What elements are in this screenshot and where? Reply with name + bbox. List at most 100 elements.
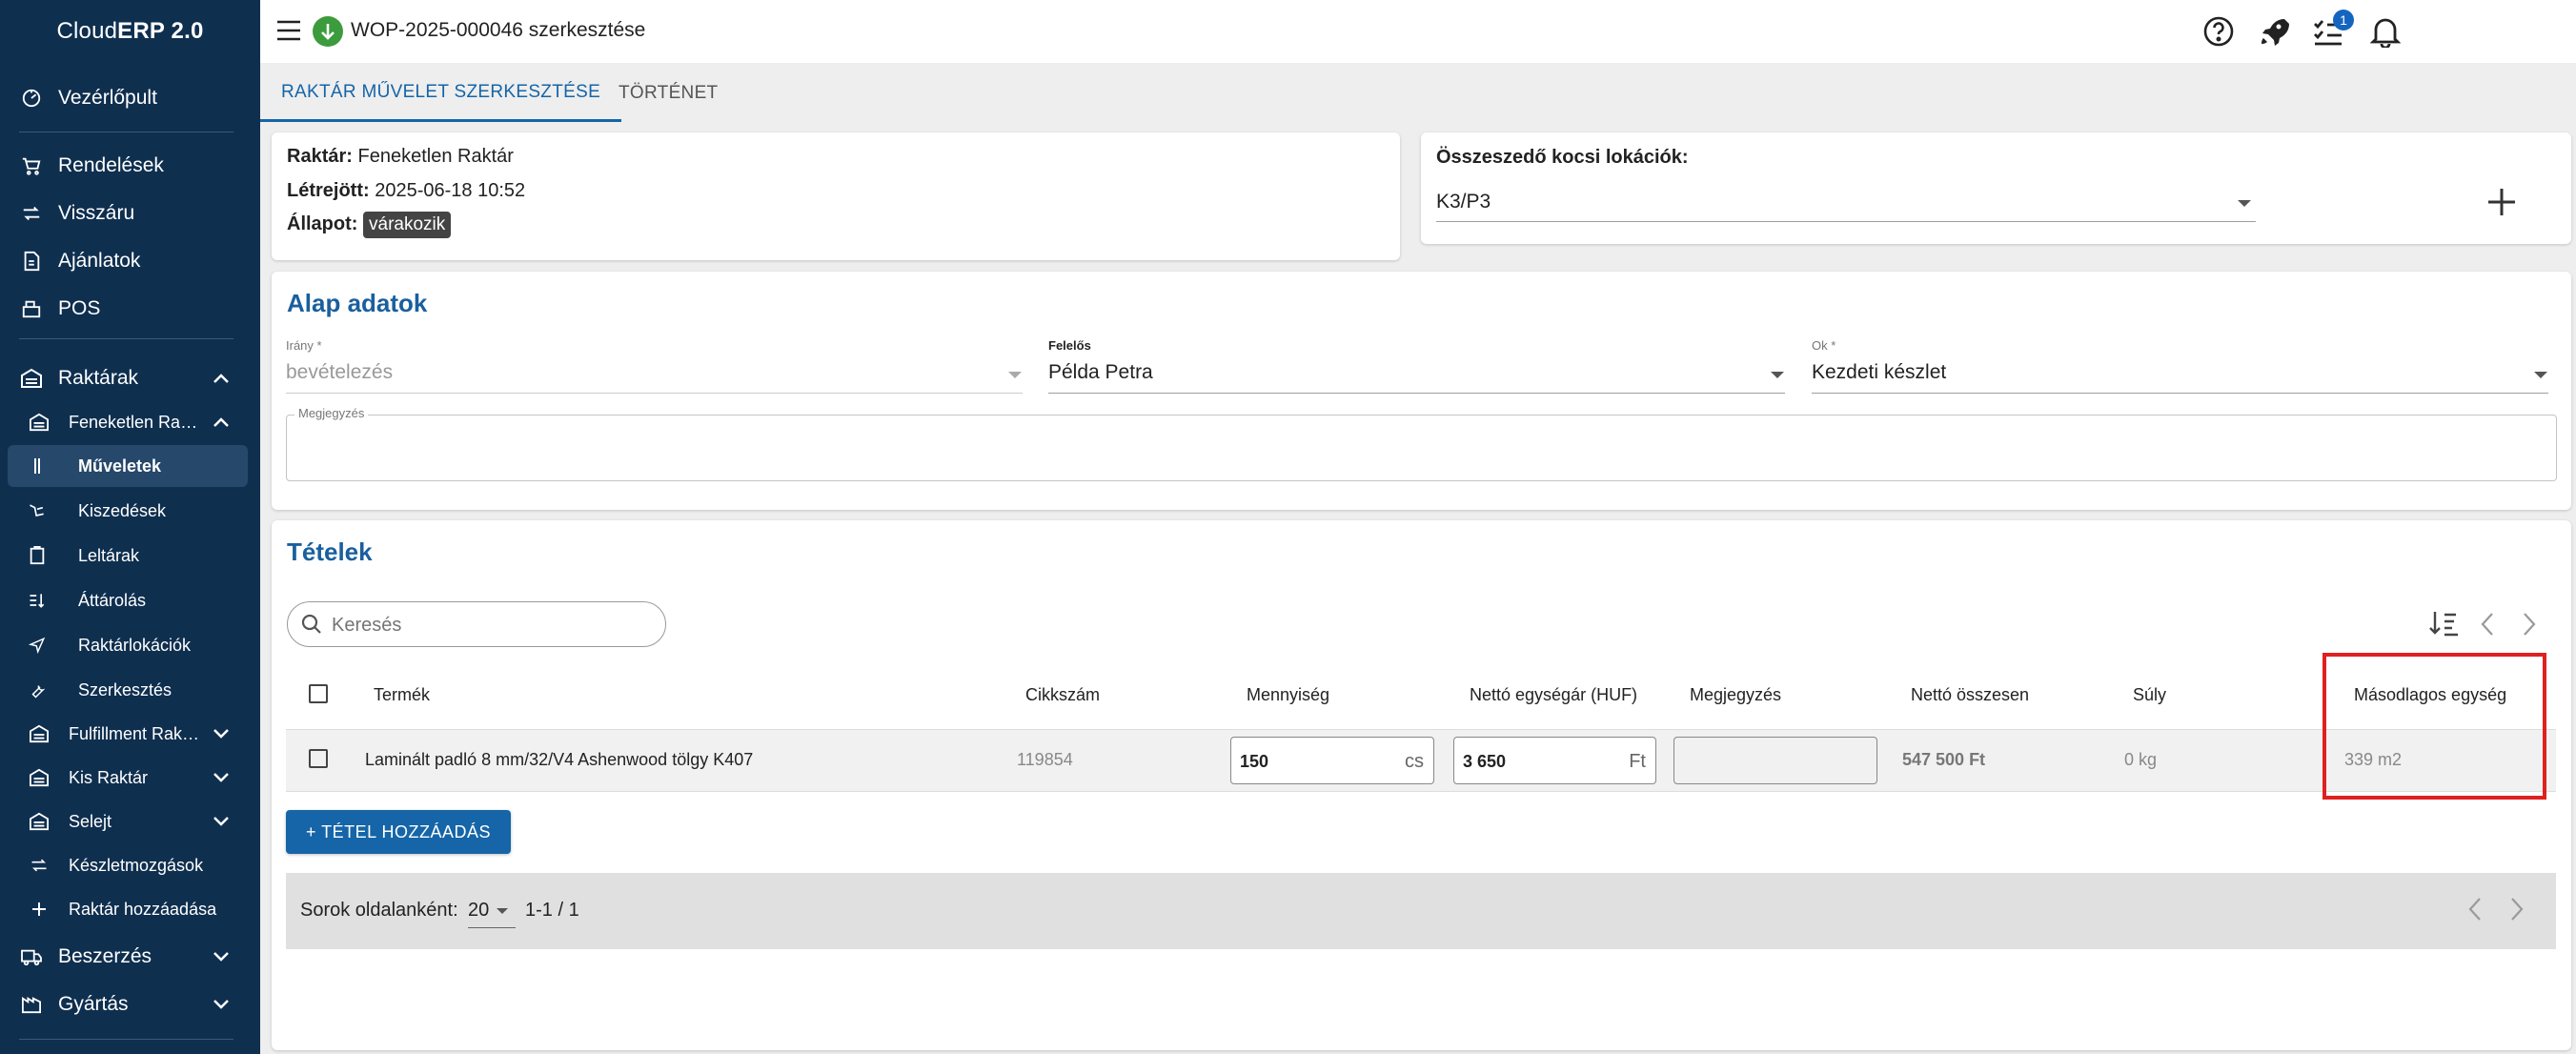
reason-dropdown-icon[interactable]: [2534, 372, 2547, 378]
row-weight: 0 kg: [2124, 750, 2158, 769]
add-item-button[interactable]: + TÉTEL HOZZÁADÁS: [286, 810, 511, 854]
sidebar-item-locations[interactable]: Raktárlokációk: [0, 624, 260, 666]
chevron-up-icon: [211, 412, 232, 433]
help-icon[interactable]: [2201, 13, 2237, 50]
sidebar-item-orders[interactable]: Rendelések: [0, 145, 260, 187]
sidebar-item-procurement[interactable]: Beszerzés: [0, 936, 260, 978]
brand-bold: ERP 2.0: [117, 18, 204, 44]
pick-icon: [27, 500, 48, 521]
sidebar: Cloud ERP 2.0 Vezérlőpult Rendelések Viss…: [0, 0, 260, 1054]
task-list-icon[interactable]: 1: [2310, 10, 2354, 50]
column-header-quantity[interactable]: Mennyiség: [1247, 685, 1329, 705]
sidebar-item-warehouses[interactable]: Raktárak: [0, 357, 260, 399]
menu-icon[interactable]: [275, 19, 302, 42]
note-textarea[interactable]: [286, 415, 2557, 481]
sidebar-item-relocation[interactable]: Áttárolás: [0, 579, 260, 621]
column-header-sku[interactable]: Cikkszám: [1025, 685, 1100, 705]
swap-icon: [29, 855, 50, 876]
rows-per-page-value[interactable]: 20: [468, 900, 489, 922]
cart-location-select[interactable]: K3/P3: [1436, 191, 1491, 213]
factory-icon: [19, 992, 44, 1017]
sidebar-item-stock-movements[interactable]: Készletmozgások: [0, 844, 260, 886]
column-header-net-total[interactable]: Nettó összesen: [1911, 685, 2029, 705]
sidebar-item-add-warehouse[interactable]: Raktár hozzáadása: [0, 888, 260, 930]
cart-icon: [19, 153, 44, 178]
chevron-left-icon[interactable]: [2479, 611, 2496, 642]
rows-per-page-dropdown-icon[interactable]: [497, 908, 508, 914]
search-box[interactable]: [287, 601, 666, 647]
add-cart-location-icon[interactable]: [2485, 186, 2518, 218]
page-title: WOP-2025-000046 szerkesztése: [351, 19, 646, 41]
warehouse-icon: [29, 767, 50, 788]
sidebar-item-label: Raktárlokációk: [78, 635, 192, 655]
responsible-dropdown-icon[interactable]: [1771, 372, 1784, 378]
unit-price-input[interactable]: 3 650 Ft: [1453, 737, 1656, 784]
sidebar-item-label: Szerkesztés: [78, 679, 172, 699]
quantity-value: 150: [1240, 752, 1269, 771]
sidebar-divider: [19, 338, 233, 339]
wrench-icon: [27, 679, 48, 700]
chevron-down-icon: [211, 994, 232, 1015]
sidebar-item-returns[interactable]: Visszáru: [0, 193, 260, 234]
chevron-up-icon: [211, 368, 232, 389]
sidebar-item-edit[interactable]: Szerkesztés: [0, 669, 260, 711]
tab-warehouse-operation-edit[interactable]: RAKTÁR MŰVELET SZERKESZTÉSE: [260, 65, 622, 122]
clipboard-icon: [27, 545, 48, 566]
chevron-right-icon[interactable]: [2521, 611, 2538, 642]
quantity-input[interactable]: 150 cs: [1230, 737, 1434, 784]
row-checkbox[interactable]: [309, 749, 328, 768]
cart-locations-card: Összeszedő kocsi lokációk: K3/P3: [1421, 132, 2571, 244]
basic-data-title: Alap adatok: [287, 289, 428, 317]
sidebar-item-label: POS: [58, 297, 101, 319]
sidebar-item-inventories[interactable]: Leltárak: [0, 535, 260, 577]
unit-price-value: 3 650: [1463, 752, 1507, 771]
sidebar-divider: [19, 1039, 233, 1040]
sidebar-item-operations[interactable]: Műveletek: [8, 445, 248, 487]
sidebar-item-picks[interactable]: Kiszedések: [0, 490, 260, 532]
cart-location-underline: [1436, 221, 2256, 222]
search-icon: [301, 614, 322, 639]
document-icon: [19, 249, 44, 274]
sidebar-item-feneketlen-raktar[interactable]: Feneketlen Ra…: [0, 401, 260, 443]
basic-data-card: Alap adatok Irány * bevételezés Felelős …: [272, 272, 2571, 510]
sidebar-item-selejt[interactable]: Selejt: [0, 801, 260, 842]
truck-icon: [19, 944, 44, 969]
row-product: Laminált padló 8 mm/32/V4 Ashenwood tölg…: [365, 750, 754, 769]
sidebar-item-pos[interactable]: POS: [0, 288, 260, 330]
warehouse-icon: [19, 366, 44, 391]
rocket-icon[interactable]: [2256, 13, 2292, 50]
sidebar-item-label: Raktár hozzáadása: [69, 899, 217, 919]
tab-bar: RAKTÁR MŰVELET SZERKESZTÉSE TÖRTÉNET: [260, 65, 2576, 122]
status-label: Állapot:: [287, 213, 358, 234]
chevron-down-icon: [211, 767, 232, 788]
prev-page-icon[interactable]: [2466, 896, 2484, 927]
column-header-note[interactable]: Megjegyzés: [1690, 685, 1781, 705]
sidebar-item-kis-raktar[interactable]: Kis Raktár: [0, 757, 260, 799]
column-header-product[interactable]: Termék: [374, 685, 430, 705]
warehouse-icon: [29, 811, 50, 832]
row-note-input[interactable]: [1673, 737, 1877, 784]
search-input[interactable]: [330, 612, 648, 638]
column-header-unit-price[interactable]: Nettó egységár (HUF): [1470, 685, 1637, 705]
direction-dropdown-icon: [1008, 372, 1022, 378]
items-card: Tételek Termék Cikkszám Mennyiség Nettó …: [272, 520, 2571, 1050]
sidebar-item-production[interactable]: Gyártás: [0, 983, 260, 1025]
next-page-icon[interactable]: [2508, 896, 2525, 927]
tab-history[interactable]: TÖRTÉNET: [598, 65, 739, 122]
dashboard-icon: [19, 86, 44, 111]
top-bar: WOP-2025-000046 szerkesztése 1: [260, 0, 2576, 63]
register-icon: [19, 296, 44, 321]
responsible-select[interactable]: Példa Petra: [1048, 361, 1153, 384]
bell-icon[interactable]: [2367, 13, 2404, 50]
reason-select[interactable]: Kezdeti készlet: [1812, 361, 1946, 384]
sidebar-item-label: Feneketlen Ra…: [69, 412, 198, 432]
sidebar-item-fulfillment[interactable]: Fulfillment Rak…: [0, 713, 260, 755]
cart-location-dropdown-icon[interactable]: [2238, 200, 2251, 207]
sidebar-item-dashboard[interactable]: Vezérlőpult: [0, 77, 260, 119]
sort-icon[interactable]: [2427, 609, 2460, 642]
sidebar-item-label: Beszerzés: [58, 945, 152, 967]
sidebar-item-label: Selejt: [69, 811, 112, 831]
column-header-weight[interactable]: Súly: [2133, 685, 2166, 705]
sidebar-item-offers[interactable]: Ajánlatok: [0, 240, 260, 282]
select-all-checkbox[interactable]: [309, 684, 328, 703]
